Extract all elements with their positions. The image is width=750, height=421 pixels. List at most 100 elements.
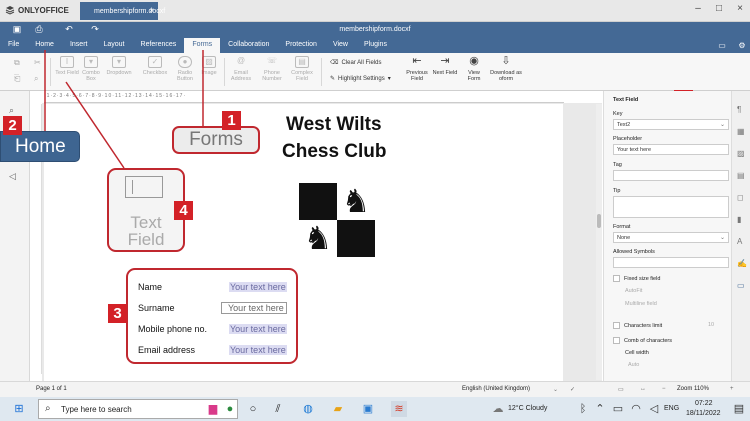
menu-plugins[interactable]: Plugins — [356, 38, 395, 53]
menu-forms[interactable]: Forms — [184, 38, 221, 53]
format-select[interactable]: None ⌄ — [613, 232, 729, 243]
fixed-size-label: Fixed size field — [624, 275, 661, 282]
next-field-button[interactable]: ⇥ Next Field — [432, 56, 458, 77]
highlight-settings-button[interactable]: ✎ Highlight Settings ▾ — [330, 75, 391, 83]
fixed-size-checkbox[interactable]: Fixed size field — [613, 275, 660, 282]
onlyoffice-taskbar-icon[interactable]: ≋ — [391, 401, 407, 417]
combo-box-button[interactable]: ▾ Combo Box — [78, 56, 104, 82]
image-button[interactable]: ▨ Image — [196, 56, 222, 76]
windows-start-icon[interactable]: ⊞ — [11, 401, 27, 417]
feedback-icon[interactable]: ◁ — [9, 171, 16, 182]
file-explorer-icon[interactable]: ▰ — [330, 401, 346, 417]
placeholder-input[interactable]: Your text here — [613, 144, 729, 155]
image-icon[interactable]: ▨ — [737, 149, 745, 158]
horizontal-ruler[interactable]: ·1·2·3·4·5·6·7·8·9·10·11·12·13·14·15·16·… — [44, 93, 564, 103]
multiline-checkbox[interactable]: Multiline field — [625, 301, 657, 307]
tag-input[interactable] — [613, 170, 729, 181]
phone-number-button[interactable]: ☏ Phone Number — [259, 56, 285, 82]
ball-icon[interactable]: ● — [222, 401, 238, 417]
menu-view[interactable]: View — [325, 38, 356, 53]
menu-layout[interactable]: Layout — [95, 38, 132, 53]
fit-width-icon[interactable]: ↔ — [640, 386, 646, 392]
task-view-icon[interactable]: ○ — [245, 401, 261, 417]
volume-icon[interactable]: ◁ — [646, 401, 662, 417]
zoom-out-icon[interactable]: − — [662, 386, 666, 392]
task-switcher-icon[interactable]: ⫽ — [270, 401, 286, 417]
edge-icon[interactable]: ◍ — [300, 401, 316, 417]
minimize-icon[interactable]: – — [692, 3, 704, 14]
search-icon[interactable]: ⌕ — [9, 105, 14, 116]
fit-page-icon[interactable]: ▭ — [618, 386, 624, 393]
show-hidden-icon[interactable]: ⌃ — [592, 401, 608, 417]
zoom-in-icon[interactable]: + — [730, 386, 734, 392]
cell-width-value[interactable]: Auto — [628, 362, 639, 368]
format-painter-icon[interactable]: ⌕ — [34, 74, 38, 84]
paste-icon[interactable]: ⎗ — [14, 74, 20, 84]
bluetooth-icon[interactable]: ᛒ — [575, 401, 591, 417]
vertical-scrollbar[interactable] — [596, 104, 602, 380]
table-icon[interactable]: ▦ — [737, 127, 745, 136]
comb-label: Comb of characters — [624, 337, 672, 344]
chevron-down-icon[interactable]: ⌄ — [553, 386, 558, 393]
text-field-callout-field: Field — [127, 230, 165, 249]
email-address-button[interactable]: @ Email Address — [228, 56, 254, 82]
copy-icon[interactable]: ⧉ — [14, 58, 20, 68]
document-language[interactable]: English (United Kingdom) — [462, 386, 530, 392]
dropdown-button[interactable]: ▾ Dropdown — [106, 56, 132, 76]
signature-icon[interactable]: ✍ — [737, 259, 747, 268]
previous-field-button[interactable]: ⇤ Previous Field — [404, 56, 430, 83]
phone-number-label: Phone Number — [262, 70, 282, 82]
paragraph-icon[interactable]: ¶ — [737, 105, 741, 114]
complex-field-label: Complex Field — [291, 70, 313, 82]
text-field-button[interactable]: I Text Field — [54, 56, 80, 76]
download-oform-button[interactable]: ⇩ Download as oform — [486, 56, 526, 83]
characters-limit-checkbox[interactable]: Characters limit — [613, 322, 662, 329]
combo-box-icon: ▾ — [84, 56, 98, 68]
document-tab[interactable]: membershipform.docxf × — [80, 2, 165, 20]
maximize-icon[interactable]: □ — [713, 3, 725, 14]
checkbox-icon — [613, 275, 620, 282]
weather-text[interactable]: 12°C Cloudy — [508, 405, 547, 412]
menu-home[interactable]: Home — [27, 38, 62, 53]
clock-time[interactable]: 07:22 — [695, 400, 713, 407]
menu-collaboration[interactable]: Collaboration — [220, 38, 277, 53]
menu-insert[interactable]: Insert — [62, 38, 96, 53]
menu-protection[interactable]: Protection — [277, 38, 325, 53]
clock-date[interactable]: 18/11/2022 — [686, 410, 721, 417]
menu-file[interactable]: File — [0, 38, 27, 53]
chart-icon[interactable]: ▮ — [737, 215, 741, 224]
settings-icon[interactable]: ⚙ — [736, 41, 748, 50]
text-art-icon[interactable]: A — [737, 237, 742, 246]
store-icon[interactable]: ▣ — [360, 401, 376, 417]
chess-square-light: ♞ — [337, 183, 375, 220]
window-close-icon[interactable]: × — [734, 3, 746, 14]
cut-icon[interactable]: ✂ — [34, 58, 41, 67]
key-select[interactable]: Text2 ⌄ — [613, 119, 729, 130]
input-language[interactable]: ENG — [664, 405, 679, 412]
notifications-icon[interactable]: ▤ — [731, 401, 747, 417]
characters-limit-value[interactable]: 10 — [708, 322, 714, 328]
tip-input[interactable] — [613, 196, 729, 218]
menu-references[interactable]: References — [133, 38, 185, 53]
open-location-icon[interactable]: ▭ — [716, 41, 728, 50]
shape-icon[interactable]: ◻ — [737, 193, 744, 202]
close-tab-icon[interactable]: × — [149, 6, 154, 15]
wifi-icon[interactable]: ◠ — [628, 401, 644, 417]
complex-field-button[interactable]: ▤ Complex Field — [289, 56, 315, 82]
header-footer-icon[interactable]: ▤ — [737, 171, 745, 180]
autofit-checkbox[interactable]: AutoFit — [625, 288, 642, 294]
checkbox-button[interactable]: ✓ Checkbox — [142, 56, 168, 76]
placeholder-value: Your text here — [617, 147, 652, 153]
comb-checkbox[interactable]: Comb of characters — [613, 337, 672, 344]
allowed-symbols-input[interactable] — [613, 257, 729, 268]
view-form-button[interactable]: ◉ View Form — [461, 56, 487, 83]
spellcheck-icon[interactable]: ✓ — [570, 386, 575, 393]
radio-button-button[interactable]: ● Radio Button — [172, 56, 198, 82]
network-icon[interactable]: ▭ — [610, 401, 626, 417]
highlight-label: Highlight Settings — [338, 75, 385, 82]
form-settings-icon[interactable]: ▭ — [737, 281, 745, 290]
zoom-level[interactable]: Zoom 110% — [677, 386, 709, 392]
widget-icon[interactable]: ▆ — [205, 401, 221, 417]
clear-all-fields-button[interactable]: ⌫ Clear All Fields — [330, 59, 382, 67]
scrollbar-thumb[interactable] — [597, 214, 601, 228]
